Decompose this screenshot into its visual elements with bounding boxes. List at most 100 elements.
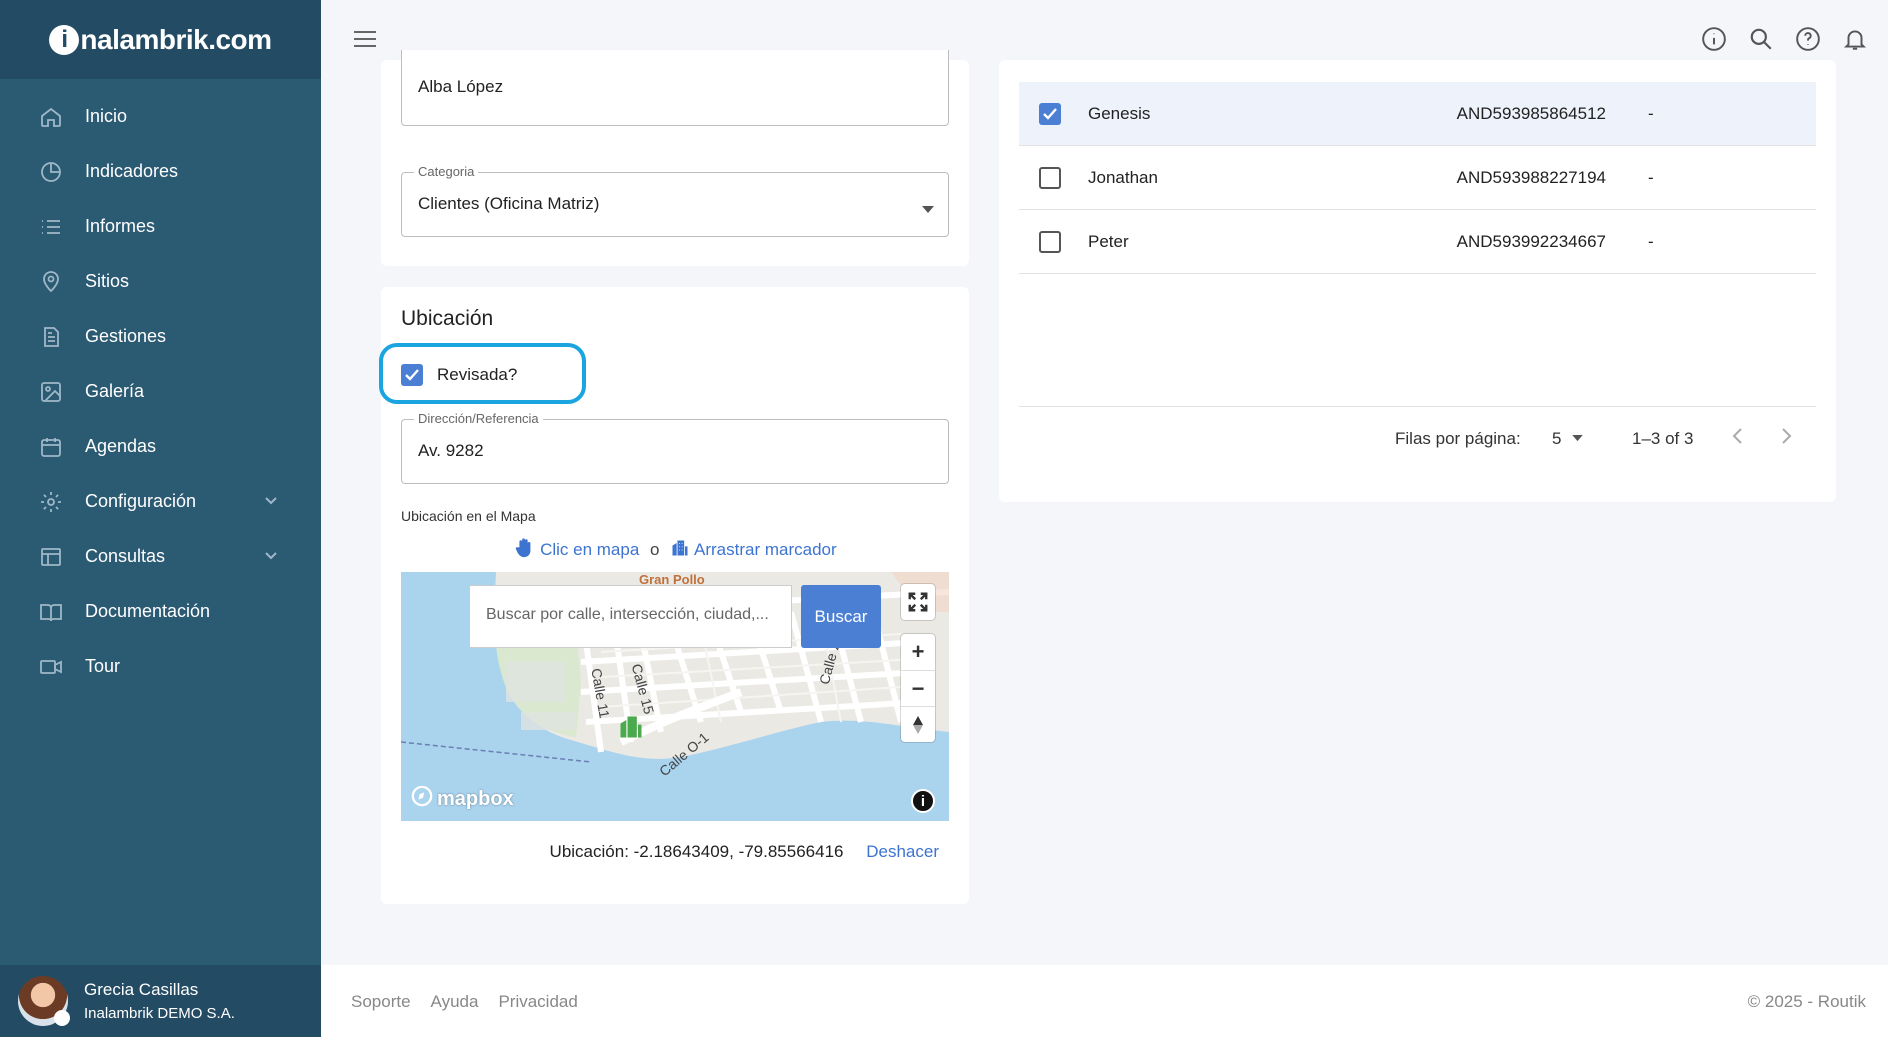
map-search-input[interactable]: Buscar por calle, intersección, ciudad,.… bbox=[469, 585, 792, 648]
checkbox-checked-icon[interactable] bbox=[401, 364, 423, 386]
row-code: AND593992234667 bbox=[1456, 231, 1606, 251]
client-form-card: Alba López Categoria Clientes (Oficina M… bbox=[381, 50, 969, 266]
category-label: Categoria bbox=[414, 164, 479, 179]
coordinates-text: Ubicación: -2.18643409, -79.85566416 bbox=[549, 842, 844, 861]
footer: Soporte Ayuda Privacidad © 2025 - Routik bbox=[321, 965, 1888, 1037]
sidebar-item-inicio[interactable]: Inicio bbox=[0, 89, 321, 144]
sidebar-item-label: Sitios bbox=[85, 271, 130, 291]
building-icon bbox=[670, 540, 690, 559]
sidebar-item-gestiones[interactable]: Gestiones bbox=[0, 309, 321, 364]
sidebar-item-label: Tour bbox=[85, 656, 121, 676]
zoom-controls: + − bbox=[901, 634, 935, 742]
sidebar-item-consultas[interactable]: Consultas bbox=[0, 529, 321, 584]
chevron-right-icon[interactable] bbox=[1779, 427, 1793, 450]
location-title: Ubicación bbox=[401, 307, 494, 330]
table-row[interactable]: Genesis AND593985864512 - bbox=[1019, 82, 1816, 146]
document-icon bbox=[38, 324, 64, 350]
sidebar-item-indicadores[interactable]: Indicadores bbox=[0, 144, 321, 199]
drag-marker-link[interactable]: Arrastrar marcador bbox=[694, 540, 837, 559]
footer-links: Soporte Ayuda Privacidad bbox=[351, 992, 578, 1012]
sidebar-item-documentacion[interactable]: Documentación bbox=[0, 584, 321, 639]
sidebar-item-label: Galería bbox=[85, 381, 145, 401]
brand-logo[interactable]: i nalambrik.com bbox=[0, 0, 321, 79]
name-field[interactable]: Alba López bbox=[401, 50, 949, 126]
table-row[interactable]: Peter AND593992234667 - bbox=[1019, 210, 1816, 274]
address-label: Dirección/Referencia bbox=[414, 411, 543, 426]
category-select[interactable]: Categoria Clientes (Oficina Matriz) bbox=[401, 164, 949, 237]
footer-link-privacidad[interactable]: Privacidad bbox=[498, 992, 577, 1012]
copyright: © 2025 - Routik bbox=[1747, 992, 1866, 1011]
rows-per-page-label: Filas por página: bbox=[1395, 429, 1521, 448]
location-pin-icon bbox=[38, 269, 64, 295]
bell-icon[interactable] bbox=[1840, 24, 1870, 54]
table-row[interactable]: Jonathan AND593988227194 - bbox=[1019, 146, 1816, 210]
sidebar-item-galeria[interactable]: Galería bbox=[0, 364, 321, 419]
zoom-out-button[interactable]: − bbox=[901, 670, 935, 706]
map-search-button[interactable]: Buscar bbox=[801, 585, 881, 648]
map-info-icon[interactable]: i bbox=[911, 789, 935, 813]
rows-per-page-select[interactable]: 5 bbox=[1552, 429, 1583, 449]
sidebar: i nalambrik.com Inicio Indicadores Inform… bbox=[0, 0, 321, 1037]
sidebar-item-informes[interactable]: Informes bbox=[0, 199, 321, 254]
chevron-left-icon[interactable] bbox=[1731, 427, 1745, 450]
sidebar-item-label: Inicio bbox=[85, 106, 128, 126]
reviewed-label: Revisada? bbox=[437, 365, 518, 384]
mapbox-mark-icon bbox=[411, 785, 433, 813]
topbar-actions bbox=[1699, 24, 1870, 54]
reviewed-checkbox[interactable]: Revisada? bbox=[401, 364, 517, 386]
gear-icon bbox=[38, 489, 64, 515]
zoom-in-button[interactable]: + bbox=[901, 634, 935, 670]
chevron-down-icon[interactable] bbox=[263, 547, 279, 568]
map-section-label: Ubicación en el Mapa bbox=[401, 508, 536, 524]
mode-separator: o bbox=[650, 540, 660, 559]
location-card: Ubicación Revisada? Dirección/Referencia… bbox=[379, 287, 969, 904]
sidebar-item-label: Informes bbox=[85, 216, 156, 236]
sidebar-item-sitios[interactable]: Sitios bbox=[0, 254, 321, 309]
info-icon[interactable] bbox=[1699, 24, 1729, 54]
address-value: Av. 9282 bbox=[418, 441, 484, 460]
row-name: Jonathan bbox=[1088, 167, 1158, 187]
compass-button[interactable] bbox=[901, 706, 935, 742]
row-name: Peter bbox=[1088, 231, 1129, 251]
undo-link[interactable]: Deshacer bbox=[866, 842, 939, 861]
list-icon bbox=[38, 214, 64, 240]
footer-link-ayuda[interactable]: Ayuda bbox=[431, 992, 479, 1012]
chevron-down-icon[interactable] bbox=[263, 492, 279, 513]
page-range-text: 1–3 of 3 bbox=[1632, 429, 1694, 448]
building-marker-icon[interactable] bbox=[617, 712, 645, 747]
pie-chart-icon bbox=[38, 159, 64, 185]
coordinates-readout: Ubicación: -2.18643409, -79.85566416 Des… bbox=[550, 842, 939, 862]
devices-table-card: Genesis AND593985864512 - Jonathan AND59… bbox=[999, 60, 1836, 502]
sidebar-item-label: Gestiones bbox=[85, 326, 167, 346]
map-mode-selector: Clic en mapa o Arrastrar marcador bbox=[381, 537, 969, 560]
rows-per-page-value: 5 bbox=[1552, 429, 1562, 448]
menu-icon[interactable] bbox=[353, 28, 377, 55]
map-view[interactable]: Gran Pollo Calle 11 Calle 15 Calle O-1 C… bbox=[401, 572, 949, 821]
search-icon[interactable] bbox=[1746, 24, 1776, 54]
row-checkbox[interactable] bbox=[1039, 230, 1061, 253]
row-extra: - bbox=[1648, 103, 1654, 123]
footer-link-soporte[interactable]: Soporte bbox=[351, 992, 411, 1012]
sidebar-item-configuracion[interactable]: Configuración bbox=[0, 474, 321, 529]
sidebar-item-tour[interactable]: Tour bbox=[0, 639, 321, 694]
calendar-icon bbox=[38, 434, 64, 460]
name-value: Alba López bbox=[418, 77, 504, 96]
user-profile[interactable]: Grecia Casillas Inalambrik DEMO S.A. bbox=[0, 965, 321, 1037]
row-code: AND593985864512 bbox=[1456, 103, 1606, 123]
click-on-map-link[interactable]: Clic en mapa bbox=[540, 540, 639, 559]
mapbox-logo[interactable]: mapbox bbox=[411, 785, 514, 813]
sidebar-item-label: Agendas bbox=[85, 436, 157, 456]
user-name: Grecia Casillas bbox=[84, 980, 199, 999]
book-icon bbox=[38, 599, 64, 625]
address-field[interactable]: Dirección/Referencia Av. 9282 bbox=[401, 411, 949, 484]
sidebar-item-agendas[interactable]: Agendas bbox=[0, 419, 321, 474]
fullscreen-button[interactable] bbox=[901, 584, 935, 620]
video-icon bbox=[38, 654, 64, 680]
avatar bbox=[18, 976, 70, 1026]
row-checkbox[interactable] bbox=[1039, 166, 1061, 189]
fullscreen-icon bbox=[901, 584, 935, 620]
help-icon[interactable] bbox=[1793, 24, 1823, 54]
row-checkbox[interactable] bbox=[1039, 102, 1061, 125]
sidebar-item-label: Consultas bbox=[85, 546, 166, 566]
logo-mark: i bbox=[49, 24, 80, 55]
